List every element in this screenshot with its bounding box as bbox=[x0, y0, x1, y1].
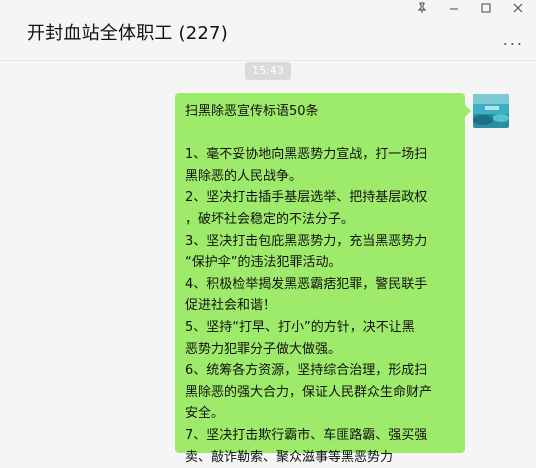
message-line: 6、统筹各方资源，坚持综合治理，形成扫 bbox=[185, 360, 455, 382]
close-icon[interactable] bbox=[504, 0, 532, 20]
chat-title: 开封血站全体职工 (227) bbox=[27, 19, 228, 45]
message-bubble[interactable]: 扫黑除恶宣传标语50条 1、毫不妥协地向黑恶势力宣战，打一场扫 黑除恶的人民战争… bbox=[175, 93, 465, 453]
message-line: 安全。 bbox=[185, 403, 455, 425]
minimize-icon[interactable] bbox=[440, 0, 468, 20]
sender-avatar[interactable] bbox=[473, 94, 509, 128]
message-line: 1、毫不妥协地向黑恶势力宣战，打一场扫 bbox=[185, 144, 455, 166]
maximize-icon[interactable] bbox=[472, 0, 500, 20]
message-line: ，破坏社会稳定的不法分子。 bbox=[185, 209, 455, 231]
message-line: 2、坚决打击插手基层选举、把持基层政权 bbox=[185, 187, 455, 209]
message-line: 促进社会和谐！ bbox=[185, 295, 455, 317]
message-line bbox=[185, 123, 455, 145]
message-line: 4、积极检举揭发黑恶霸痞犯罪，警民联手 bbox=[185, 274, 455, 296]
message-line: 黑除恶的人民战争。 bbox=[185, 166, 455, 188]
message-line: 恶势力犯罪分子做大做强。 bbox=[185, 339, 455, 361]
message-line: 扫黑除恶宣传标语50条 bbox=[185, 101, 455, 123]
message-line: 卖、敲诈勒索、聚众滋事等黑恶势力 bbox=[185, 447, 455, 468]
message-line: 黑除恶的强大合力，保证人民群众生命财产 bbox=[185, 382, 455, 404]
more-options-button[interactable]: ... bbox=[503, 30, 524, 49]
message-time: 15:43 bbox=[245, 62, 291, 80]
message-line: 5、坚持“打早、打小”的方针，决不让黑 bbox=[185, 317, 455, 339]
message-line: “保护伞”的违法犯罪活动。 bbox=[185, 252, 455, 274]
pin-icon[interactable] bbox=[408, 0, 436, 20]
message-line: 7、坚决打击欺行霸市、车匪路霸、强买强 bbox=[185, 425, 455, 447]
chat-header: 开封血站全体职工 (227) ... bbox=[0, 0, 536, 61]
message-line: 3、坚决打击包庇黑恶势力，充当黑恶势力 bbox=[185, 231, 455, 253]
